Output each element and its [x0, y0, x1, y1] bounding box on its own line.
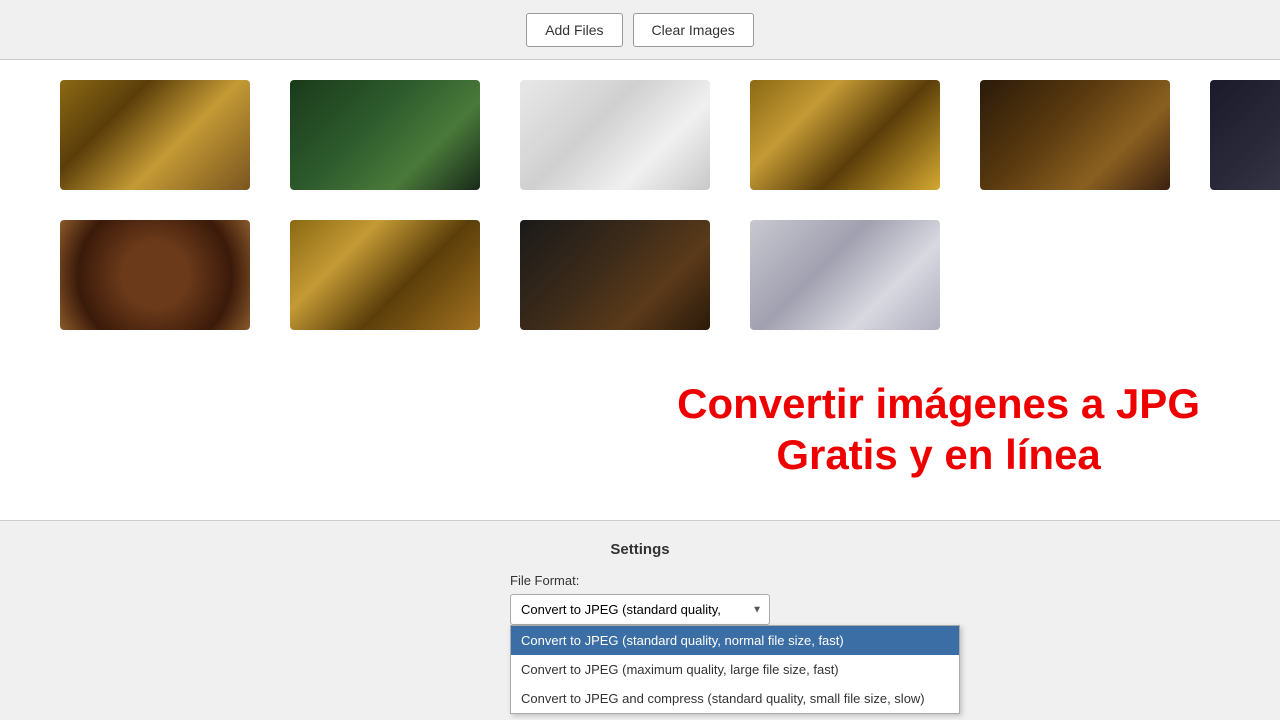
list-item[interactable] [750, 80, 940, 190]
add-files-button[interactable]: Add Files [526, 13, 622, 47]
main-content: Convertir imágenes a JPG Gratis y en lín… [0, 60, 1280, 645]
list-item[interactable] [520, 220, 710, 330]
list-item[interactable] [1210, 80, 1280, 190]
settings-panel: Settings File Format: Convert to JPEG (s… [0, 520, 1280, 645]
dropdown-option-standard[interactable]: Convert to JPEG (standard quality, norma… [511, 626, 959, 655]
thumbnail [520, 220, 710, 330]
format-select-wrapper: Convert to JPEG (standard quality, Conve… [510, 594, 770, 625]
format-dropdown-options: Convert to JPEG (standard quality, norma… [510, 625, 960, 714]
list-item[interactable] [520, 80, 710, 190]
list-item[interactable] [60, 80, 250, 190]
thumbnail [750, 80, 940, 190]
image-row-2 [60, 220, 1220, 330]
thumbnail [980, 80, 1170, 190]
overlay-line2: Gratis y en línea [677, 430, 1200, 480]
overlay-text: Convertir imágenes a JPG Gratis y en lín… [677, 379, 1200, 480]
list-item[interactable] [750, 220, 940, 330]
image-row-1 [60, 80, 1220, 190]
dropdown-option-maximum[interactable]: Convert to JPEG (maximum quality, large … [511, 655, 959, 684]
images-area: Convertir imágenes a JPG Gratis y en lín… [0, 60, 1280, 520]
settings-title: Settings [20, 541, 1260, 558]
thumbnail [750, 220, 940, 330]
list-item[interactable] [290, 220, 480, 330]
format-select[interactable]: Convert to JPEG (standard quality, Conve… [510, 594, 770, 625]
list-item[interactable] [290, 80, 480, 190]
thumbnail [60, 220, 250, 330]
list-item[interactable] [60, 220, 250, 330]
thumbnail [290, 80, 480, 190]
file-format-label: File Format: [510, 573, 770, 588]
thumbnail [1210, 80, 1280, 190]
thumbnail [520, 80, 710, 190]
thumbnail [60, 80, 250, 190]
thumbnail [290, 220, 480, 330]
clear-images-button[interactable]: Clear Images [633, 13, 754, 47]
overlay-line1: Convertir imágenes a JPG [677, 379, 1200, 429]
dropdown-option-compress[interactable]: Convert to JPEG and compress (standard q… [511, 684, 959, 713]
toolbar: Add Files Clear Images [0, 0, 1280, 60]
list-item[interactable] [980, 80, 1170, 190]
